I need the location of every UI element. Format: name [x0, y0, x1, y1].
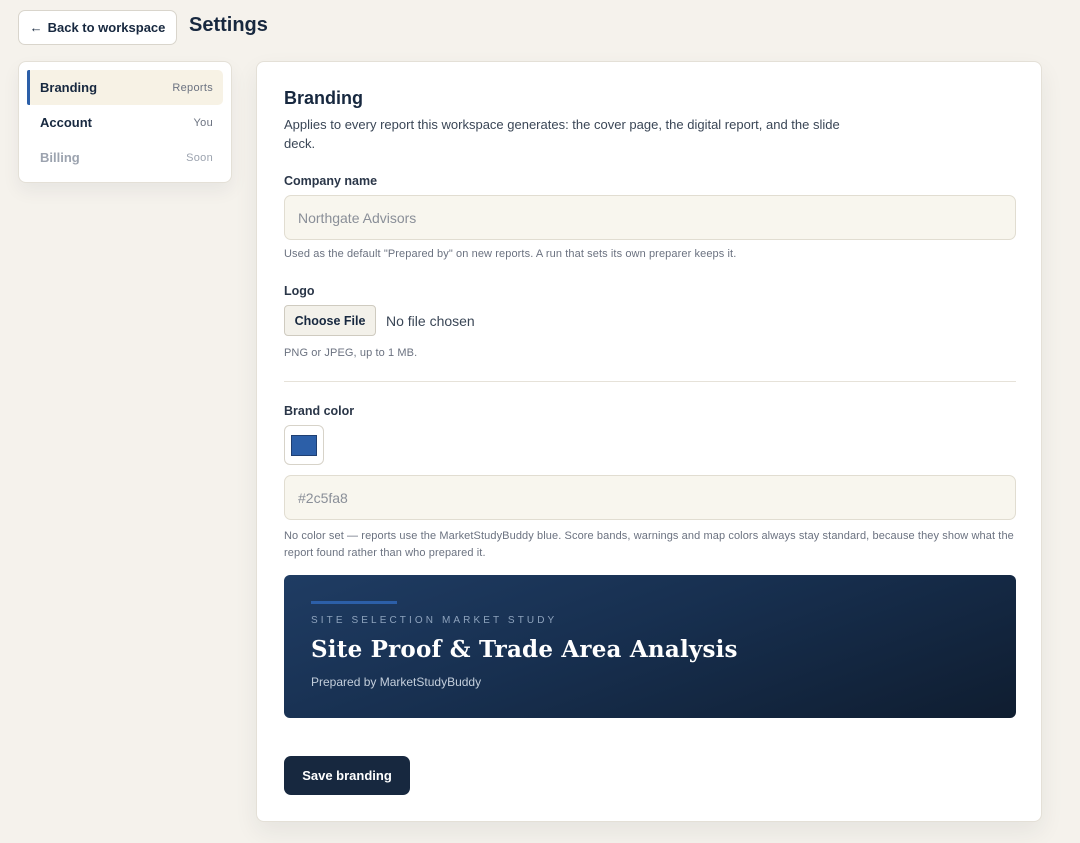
brand-color-placeholder: #2c5fa8 [298, 489, 348, 506]
save-branding-button[interactable]: Save branding [284, 756, 410, 795]
sidebar-item-meta: Soon [186, 151, 213, 164]
brand-color-help: No color set — reports use the MarketStu… [284, 530, 1014, 559]
branding-card: Branding Applies to every report this wo… [256, 61, 1042, 822]
logo-file-input: Choose File No file chosen [284, 305, 475, 336]
report-cover-preview: SITE SELECTION MARKET STUDY Site Proof &… [284, 575, 1016, 718]
sidebar-item-meta: You [193, 116, 213, 129]
sidebar-item-label: Billing [40, 150, 80, 165]
sidebar-item-label: Branding [40, 80, 98, 95]
logo-label: Logo [284, 284, 315, 298]
preview-byline: Prepared by MarketStudyBuddy [311, 675, 482, 689]
back-button-label: Back to workspace [47, 20, 166, 35]
arrow-left-icon: ← [29, 20, 43, 35]
company-name-label: Company name [284, 174, 378, 188]
brand-color-label: Brand color [284, 404, 355, 418]
section-description: Applies to every report this workspace g… [284, 117, 840, 151]
section-divider [284, 381, 1016, 382]
choose-file-button[interactable]: Choose File [284, 305, 376, 336]
company-name-input[interactable]: Northgate Advisors [284, 195, 1016, 240]
color-swatch [291, 434, 317, 456]
back-to-workspace-button[interactable]: ← Back to workspace [18, 10, 177, 45]
company-name-placeholder: Northgate Advisors [298, 209, 417, 226]
sidebar-item-billing: Billing Soon [27, 140, 223, 175]
brand-color-hex-input[interactable]: #2c5fa8 [284, 475, 1016, 520]
sidebar-item-label: Account [40, 115, 92, 130]
color-picker-button[interactable] [284, 425, 324, 465]
logo-help: PNG or JPEG, up to 1 MB. [284, 347, 418, 359]
settings-sidebar: Branding Reports Account You Billing Soo… [18, 61, 232, 183]
sidebar-item-meta: Reports [172, 81, 213, 94]
preview-accent-bar [311, 601, 397, 604]
preview-headline: Site Proof & Trade Area Analysis [311, 636, 738, 663]
sidebar-item-account[interactable]: Account You [27, 105, 223, 140]
section-title: Branding [284, 88, 363, 108]
page-title: Settings [189, 14, 268, 36]
sidebar-item-branding[interactable]: Branding Reports [27, 70, 223, 105]
file-status: No file chosen [386, 312, 475, 329]
company-name-help: Used as the default "Prepared by" on new… [284, 248, 737, 260]
preview-eyebrow: SITE SELECTION MARKET STUDY [311, 615, 558, 626]
